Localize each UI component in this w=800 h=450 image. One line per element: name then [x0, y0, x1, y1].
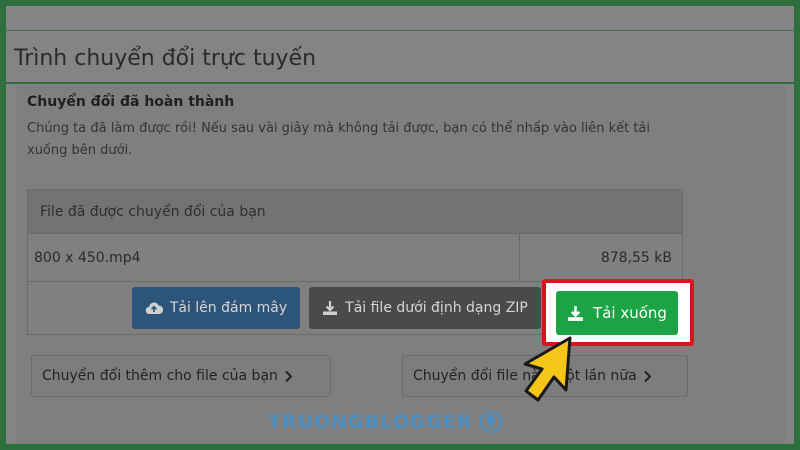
- watermark-text: TRUONGBLOGGER: [268, 411, 473, 433]
- title-divider: [6, 82, 794, 84]
- conversion-complete-heading: Chuyển đổi đã hoàn thành: [27, 94, 235, 110]
- download-icon: [567, 305, 584, 322]
- download-icon: [322, 300, 338, 316]
- conversion-complete-message: Chúng ta đã làm được rồi! Nếu sau vài gi…: [27, 121, 651, 158]
- chevron-right-icon: [284, 370, 293, 383]
- download-label: Tải xuống: [593, 304, 667, 322]
- lightbulb-logo-icon: [479, 410, 503, 434]
- convert-more-label: Chuyển đổi thêm cho file của bạn: [42, 368, 278, 384]
- download-zip-label: Tải file dưới định dạng ZIP: [345, 300, 528, 316]
- upload-to-cloud-label: Tải lên đám mây: [169, 300, 288, 316]
- files-panel-header: File đã được chuyển đổi của bạn: [28, 190, 682, 234]
- file-name[interactable]: 800 x 450.mp4: [34, 234, 141, 282]
- page-title: Trình chuyển đổi trực tuyến: [14, 46, 317, 71]
- cloud-upload-icon: [145, 301, 163, 315]
- watermark: TRUONGBLOGGER: [268, 410, 503, 434]
- arrow-cursor-icon: [508, 330, 588, 410]
- convert-more-button[interactable]: Chuyển đổi thêm cho file của bạn: [31, 355, 331, 397]
- download-button[interactable]: Tải xuống: [556, 291, 678, 335]
- file-row-divider: [519, 234, 520, 282]
- chevron-right-icon: [643, 370, 652, 383]
- upload-to-cloud-button[interactable]: Tải lên đám mây: [132, 287, 300, 329]
- file-size: 878,55 kB: [600, 250, 672, 266]
- file-row: 800 x 450.mp4 878,55 kB: [28, 234, 682, 282]
- download-zip-button[interactable]: Tải file dưới định dạng ZIP: [309, 287, 541, 329]
- top-divider: [6, 30, 794, 31]
